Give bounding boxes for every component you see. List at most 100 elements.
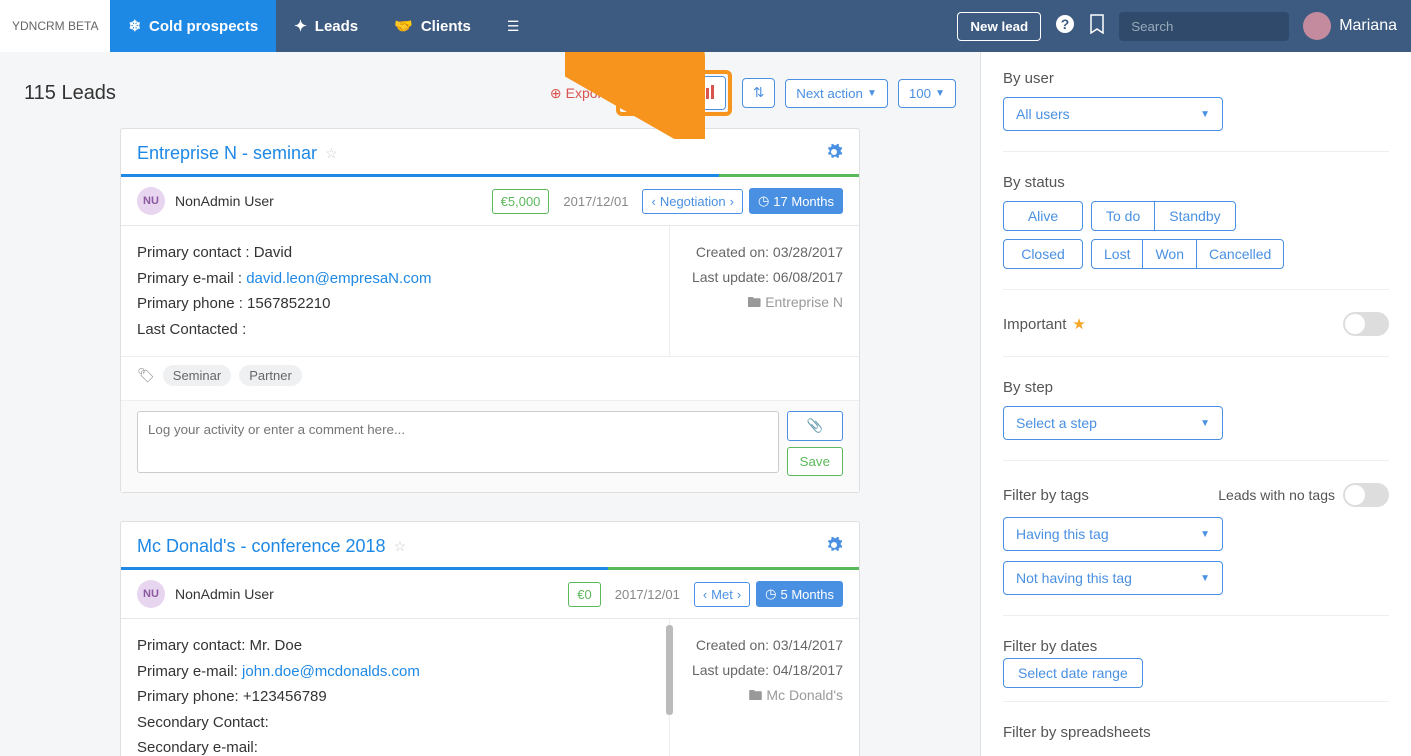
search-input[interactable] [1119,12,1289,41]
created-label: Created on: [696,244,773,260]
secondary-contact-label: Secondary Contact: [137,714,269,731]
nav-tab-clients[interactable]: 🤝 Clients [376,0,489,52]
view-grid-button[interactable]: ▦ [623,77,657,109]
chevron-down-icon: ▼ [1200,529,1210,540]
bookmark-icon[interactable] [1089,14,1105,39]
step-select[interactable]: Select a step ▼ [1003,406,1223,440]
updated-value: 06/08/2017 [773,269,843,285]
duration-label: 17 Months [773,194,834,209]
gear-icon[interactable] [825,143,843,164]
snowflake-icon: ❄ [128,17,141,35]
attach-button[interactable]: 📎 [787,411,843,441]
created-value: 03/14/2017 [773,637,843,653]
list-icon: ☰ [668,85,681,102]
progress-bar [121,174,859,177]
progress-bar [121,567,859,570]
barchart-icon [700,85,716,102]
lead-title-link[interactable]: Mc Donald's - conference 2018 [137,536,386,557]
status-standby[interactable]: Standby [1155,202,1234,230]
owner-avatar-icon: NU [137,580,165,608]
user-menu[interactable]: Mariana [1303,12,1397,40]
status-lost[interactable]: Lost [1092,240,1143,268]
export-button[interactable]: ⊕ Export [550,85,606,102]
updated-label: Last update: [692,269,773,285]
top-bar: YDNCRM BETA ❄ Cold prospects ✦ Leads 🤝 C… [0,0,1411,52]
owner-chip[interactable]: NU NonAdmin User [137,187,274,215]
chevron-down-icon: ▼ [867,88,877,99]
select-value: Not having this tag [1016,570,1132,586]
export-label: Export [566,85,606,101]
status-todo[interactable]: To do [1092,202,1155,230]
paperclip-icon: 📎 [807,418,824,433]
clock-icon: ◷ [765,586,776,602]
topbar-right: New lead ? Mariana [943,0,1411,52]
user-select[interactable]: All users ▼ [1003,97,1223,131]
new-lead-button[interactable]: New lead [957,12,1041,41]
primary-contact-value: David [254,244,292,261]
important-toggle[interactable] [1343,312,1389,336]
user-name: Mariana [1339,17,1397,35]
filter-important: Important ★ [1003,312,1389,357]
nav-more-menu[interactable]: ☰ [489,0,538,52]
main-panel: 115 Leads ⊕ Export ▦ ☰ ⇅ [0,52,981,756]
lead-meta: Created on: 03/14/2017 Last update: 04/1… [669,619,859,756]
duration-badge: ◷ 5 Months [756,581,843,607]
star-icon[interactable]: ☆ [394,538,407,555]
date-badge: 2017/12/01 [555,190,636,213]
tag-chip[interactable]: Partner [239,365,302,386]
view-chart-button[interactable] [691,77,725,109]
scrollbar[interactable] [666,625,673,715]
filter-label: By step [1003,379,1389,396]
status-cancelled[interactable]: Cancelled [1197,240,1283,268]
sort-button[interactable]: ⇅ [742,78,775,108]
filter-label: Filter by spreadsheets [1003,724,1389,741]
owner-chip[interactable]: NU NonAdmin User [137,580,274,608]
folder-icon: 🖿 [747,294,765,310]
stage-badge[interactable]: ‹ Met › [694,582,750,607]
nav-tab-label: Leads [315,18,358,35]
duration-label: 5 Months [781,587,834,602]
not-having-tag-select[interactable]: Not having this tag ▼ [1003,561,1223,595]
filter-label: Filter by tags [1003,487,1089,504]
no-tags-toggle[interactable] [1343,483,1389,507]
star-icon: ★ [1072,315,1085,333]
next-action-label: Next action [796,86,863,101]
lead-details: Primary contact: Mr. Doe Primary e-mail:… [121,619,669,756]
view-list-button[interactable]: ☰ [657,77,691,109]
stage-badge[interactable]: ‹ Negotiation › [642,189,742,214]
save-comment-button[interactable]: Save [787,447,843,476]
nav-tab-cold-prospects[interactable]: ❄ Cold prospects [110,0,276,52]
comment-input[interactable] [137,411,779,473]
date-range-button[interactable]: Select date range [1003,658,1143,688]
page-size-button[interactable]: 100 ▼ [898,79,956,108]
owner-name: NonAdmin User [175,586,274,602]
tag-chip[interactable]: Seminar [163,365,231,386]
primary-phone-value: +123456789 [243,688,327,705]
chevron-right-icon: › [737,587,741,602]
having-tag-select[interactable]: Having this tag ▼ [1003,517,1223,551]
primary-email-link[interactable]: david.leon@empresaN.com [246,270,431,287]
filter-by-tags: Filter by tags Leads with no tags Having… [1003,483,1389,616]
menu-icon: ☰ [507,18,520,35]
date-badge: 2017/12/01 [607,583,688,606]
last-contacted-label: Last Contacted : [137,321,246,338]
primary-email-link[interactable]: john.doe@mcdonalds.com [242,663,420,680]
filters-sidebar: By user All users ▼ By status Alive To d… [981,52,1411,756]
cards-list: Entreprise N - seminar ☆ NU NonAdmin Use… [0,128,980,756]
status-alive[interactable]: Alive [1003,201,1083,231]
lead-title-link[interactable]: Entreprise N - seminar [137,143,317,164]
status-won[interactable]: Won [1143,240,1197,268]
main-header: 115 Leads ⊕ Export ▦ ☰ ⇅ [0,52,980,128]
nav-tab-leads[interactable]: ✦ Leads [276,0,376,52]
chevron-down-icon: ▼ [935,88,945,99]
comment-box: 📎 Save [121,400,859,492]
page-size-label: 100 [909,86,931,101]
gear-icon[interactable] [825,536,843,557]
owner-avatar-icon: NU [137,187,165,215]
status-closed[interactable]: Closed [1003,239,1083,269]
help-icon[interactable]: ? [1055,14,1075,39]
star-icon[interactable]: ☆ [325,145,338,162]
next-action-button[interactable]: Next action ▼ [785,79,888,108]
chevron-down-icon: ▼ [1200,573,1210,584]
updated-value: 04/18/2017 [773,662,843,678]
